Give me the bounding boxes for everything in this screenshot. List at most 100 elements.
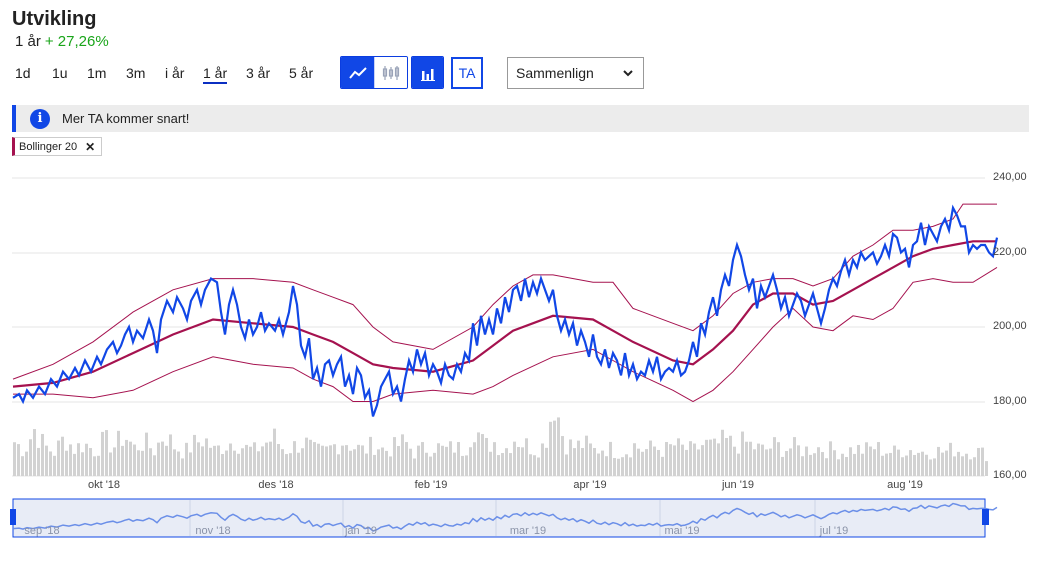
volume-bar [757,443,760,476]
volume-bar [405,442,408,476]
volume-bar [241,448,244,476]
volume-bar [565,454,568,476]
volume-bar [661,456,664,476]
volume-bar [817,447,820,476]
volume-bar [233,450,236,476]
navigator-handle-right[interactable] [982,509,989,525]
volume-bar [865,442,868,476]
volume-bar [545,447,548,476]
volume-bar [33,429,36,476]
volume-bar [65,450,68,476]
volume-bar [357,444,360,476]
volume-bar [789,448,792,476]
volume-bar [25,451,28,476]
volume-bar [17,444,20,476]
volume-bar [481,434,484,476]
volume-bar [89,448,92,476]
volume-bar [973,457,976,476]
volume-bar [717,443,720,476]
volume-bar [229,443,232,476]
volume-bar [13,442,16,476]
volume-bar [773,437,776,476]
volume-bar [161,441,164,476]
volume-bar [469,447,472,476]
volume-bar [729,435,732,476]
volume-bar [57,440,60,476]
volume-bar [305,437,308,476]
volume-bar [937,446,940,476]
nav-label-mai19: mai '19 [664,525,700,537]
volume-bar [933,458,936,476]
volume-bar [769,448,772,476]
volume-bar [873,449,876,476]
volume-bar [389,456,392,476]
volume-bar [497,455,500,476]
volume-bar [445,446,448,476]
volume-bar [485,437,488,476]
volume-bar [165,445,168,476]
volume-bar [473,442,476,476]
volume-bar [53,455,56,476]
x-tick-jun19: jun '19 [721,479,755,491]
navigator[interactable] [10,498,998,538]
volume-bar [189,452,192,476]
volume-bar [833,450,836,476]
volume-bar [705,439,708,476]
volume-bar [877,442,880,476]
volume-bar [401,434,404,476]
volume-bar [29,439,32,476]
volume-bar [265,442,268,476]
volume-bar [349,450,352,476]
volume-bar [37,447,40,476]
volume-bar [553,420,556,476]
volume-bars [13,417,988,476]
volume-bar [201,446,204,476]
volume-bar [149,448,152,476]
volume-bar [113,447,116,476]
volume-bar [725,438,728,476]
volume-bar [905,455,908,476]
volume-bar [277,444,280,476]
volume-bar [413,458,416,476]
y-tick-220: 220,00 [993,246,1027,258]
volume-bar [605,456,608,476]
volume-bar [177,451,180,476]
volume-bar [293,441,296,476]
volume-bar [369,436,372,476]
volume-bar [453,452,456,476]
volume-bar [121,445,124,476]
volume-bar [701,445,704,476]
volume-bar [589,443,592,476]
volume-bar [529,454,532,476]
volume-bar [437,443,440,476]
volume-bar [669,444,672,476]
navigator-handle-left[interactable] [10,509,16,525]
volume-bar [581,448,584,476]
y-tick-160: 160,00 [993,469,1027,481]
volume-bar [805,446,808,476]
volume-bar [961,456,964,476]
volume-bar [577,440,580,476]
nav-label-mar19: mar '19 [509,525,547,537]
volume-bar [549,421,552,476]
volume-bar [81,452,84,476]
y-tick-180: 180,00 [993,395,1027,407]
volume-bar [93,456,96,476]
volume-bar [625,454,628,476]
volume-bar [125,439,128,476]
volume-bar [977,447,980,476]
volume-bar [981,447,984,476]
grid-lines [12,177,985,477]
volume-bar [361,445,364,476]
volume-bar [457,442,460,476]
volume-bar [901,457,904,476]
volume-bar [185,442,188,476]
volume-bar [533,455,536,476]
volume-bar [841,453,844,476]
volume-bar [785,451,788,476]
volume-bar [749,441,752,476]
volume-bar [377,449,380,476]
volume-bar [885,453,888,476]
volume-bar [329,445,332,476]
volume-bar [721,429,724,476]
